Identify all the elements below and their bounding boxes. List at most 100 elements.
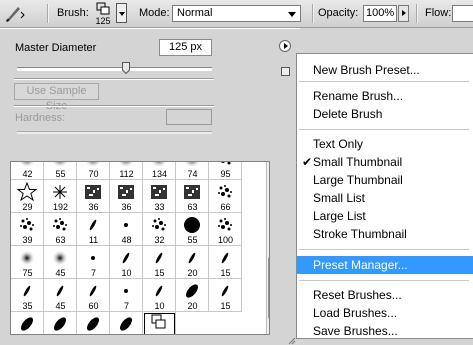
menu-item[interactable]: Small List — [297, 189, 473, 207]
brush-preset[interactable]: 48 — [110, 213, 143, 246]
brush-size-label: 63 — [55, 235, 66, 245]
brush-preset[interactable]: 28 — [11, 312, 44, 335]
brush-size-label: 55 — [187, 235, 198, 245]
brush-preset[interactable]: 55 — [44, 162, 77, 180]
hardness-input — [166, 109, 212, 125]
brush-preset[interactable]: 112 — [110, 162, 143, 180]
brush-preset[interactable]: 70 — [77, 162, 110, 180]
menu-item-label: Reset Brushes... — [313, 288, 402, 302]
brush-tip-icon — [87, 317, 99, 331]
menu-item[interactable]: ✔ Small Thumbnail — [297, 153, 473, 171]
menu-item[interactable]: New Brush Preset... — [297, 61, 473, 79]
brush-size-label: 60 — [110, 334, 143, 335]
menu-item[interactable]: Large List — [297, 207, 473, 225]
menu-item[interactable]: Stroke Thumbnail — [297, 225, 473, 243]
brush-preset[interactable]: 63 — [44, 213, 77, 246]
brush-preset[interactable]: 55 — [176, 213, 209, 246]
brush-tip-icon — [21, 317, 33, 331]
brush-size-label: 36 — [88, 202, 99, 212]
brush-preset[interactable]: 7 — [77, 246, 110, 279]
brush-size-label: 60 — [88, 301, 99, 311]
menu-item-label: Load Brushes... — [313, 306, 398, 320]
brush-size-label: 15 — [220, 301, 231, 311]
brush-preset[interactable]: 74 — [176, 162, 209, 180]
menu-item[interactable]: Delete Brush — [297, 105, 473, 123]
brush-preset[interactable]: 42 — [11, 162, 44, 180]
brush-preset[interactable]: 10 — [143, 279, 176, 312]
brush-preset[interactable]: 7 — [110, 279, 143, 312]
brush-tip-icon — [120, 317, 132, 331]
brush-size-label: 11 — [88, 235, 99, 245]
brush-preset[interactable]: 63 — [176, 180, 209, 213]
brush-size-label: 74 — [187, 169, 198, 179]
brush-preset[interactable]: 29 — [11, 180, 44, 213]
brush-preset[interactable]: 45 — [77, 312, 110, 334]
brush-size-label: 10 — [121, 268, 132, 278]
brush-preset[interactable]: 45 — [44, 279, 77, 312]
brush-preset[interactable]: 192 — [44, 180, 77, 213]
menu-item-label: Save Brushes... — [313, 324, 398, 338]
brush-preset[interactable]: 36 — [77, 180, 110, 213]
menu-item[interactable]: Load Brushes... — [297, 304, 473, 322]
brush-size-label: 7 — [123, 301, 129, 311]
chevron-down-icon — [288, 12, 296, 17]
brush-preset[interactable]: 60 — [77, 279, 110, 312]
brush-preset[interactable]: 125 — [143, 312, 176, 335]
master-diameter-label: Master Diameter — [15, 42, 97, 54]
menu-item[interactable]: Large Thumbnail — [297, 171, 473, 189]
brush-preset[interactable]: 20 — [176, 246, 209, 279]
brush-tip-icon — [151, 314, 166, 329]
brush-preset[interactable]: 11 — [77, 213, 110, 246]
brush-preset[interactable]: 33 — [143, 180, 176, 213]
brush-preset[interactable]: 75 — [11, 246, 44, 279]
brush-panel-menu: New Brush Preset... Rename Brush... Delete… — [296, 53, 473, 339]
brush-size-label: 66 — [220, 202, 231, 212]
menu-item[interactable]: Rename Brush... — [297, 87, 473, 105]
menu-item[interactable]: Save Brushes... — [297, 322, 473, 340]
brush-tool-icon[interactable] — [4, 3, 26, 23]
create-new-preset-icon[interactable] — [281, 67, 290, 76]
menu-item[interactable]: Reset Brushes... — [297, 286, 473, 304]
brush-preset[interactable]: 45 — [44, 246, 77, 279]
opacity-slider-button[interactable] — [398, 5, 409, 22]
brush-preset[interactable]: 66 — [209, 180, 242, 213]
brush-preset[interactable]: 35 — [11, 279, 44, 312]
divider — [14, 105, 214, 107]
hardness-label: Hardness: — [15, 112, 66, 124]
brush-preset[interactable]: 100 — [209, 213, 242, 246]
brush-size-label: 125 — [143, 334, 176, 335]
brush-preset[interactable]: 39 — [11, 213, 44, 246]
slider-thumb-icon[interactable] — [122, 62, 130, 74]
brush-preset[interactable]: 15 — [143, 246, 176, 279]
brush-size-label: 35 — [44, 334, 77, 335]
brush-preset[interactable]: 60 — [110, 312, 143, 335]
opacity-input[interactable]: 100% — [363, 5, 397, 22]
brush-preset[interactable]: 95 — [209, 162, 242, 180]
brush-preset[interactable]: 15 — [209, 279, 242, 312]
vertical-scrollbar[interactable] — [266, 162, 269, 334]
brush-picker-dropdown-button[interactable] — [116, 3, 127, 23]
menu-item[interactable]: Text Only — [297, 135, 473, 153]
menu-item-label: Small Thumbnail — [313, 155, 403, 169]
mode-select[interactable]: Normal — [172, 5, 301, 22]
brush-preview[interactable]: 125 — [92, 2, 114, 26]
scrollbar-thumb[interactable] — [268, 257, 269, 319]
mode-value: Normal — [177, 7, 213, 19]
brush-preset[interactable]: 15 — [209, 246, 242, 279]
brush-size-label: 48 — [121, 235, 132, 245]
resize-grip-icon[interactable] — [288, 337, 296, 345]
flow-input[interactable] — [452, 5, 473, 22]
brush-preset[interactable]: 134 — [143, 162, 176, 180]
flyout-arrow-icon[interactable] — [279, 40, 291, 52]
brush-size-label: 134 — [151, 169, 168, 179]
brush-preset[interactable]: 32 — [143, 213, 176, 246]
brush-preset[interactable]: 36 — [110, 180, 143, 213]
menu-item[interactable]: Preset Manager... — [297, 256, 473, 274]
brush-size-label: 28 — [11, 334, 44, 335]
master-diameter-input[interactable]: 125 px — [159, 39, 212, 56]
master-diameter-slider[interactable] — [17, 62, 212, 74]
brush-size-label: 70 — [88, 169, 99, 179]
brush-preset[interactable]: 20 — [176, 279, 209, 312]
brush-preset[interactable]: 10 — [110, 246, 143, 279]
brush-preset[interactable]: 35 — [44, 312, 77, 335]
